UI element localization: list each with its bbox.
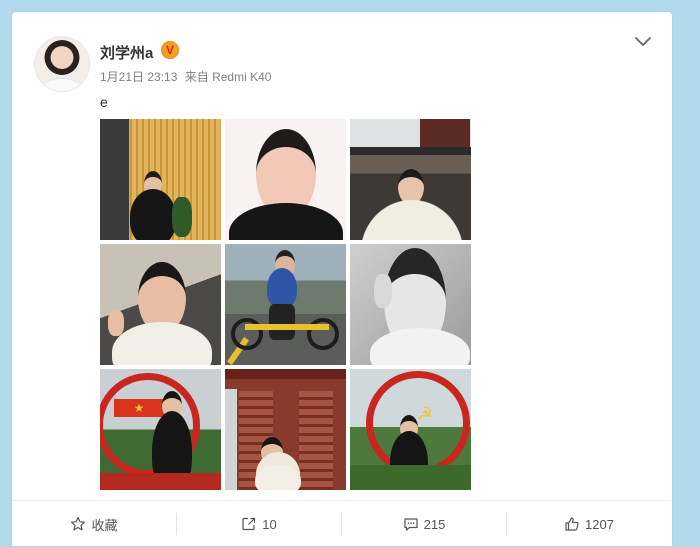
share-icon — [242, 517, 256, 531]
post-device: Redmi K40 — [212, 70, 272, 84]
like-count: 1207 — [585, 516, 614, 532]
photo-6[interactable] — [350, 244, 471, 365]
avatar-shirt — [43, 78, 81, 91]
comment-icon — [404, 518, 418, 531]
post-time[interactable]: 1月21日 23:13 — [100, 70, 177, 84]
chevron-down-icon[interactable] — [631, 30, 655, 54]
photo-grid: ★ ☭ — [100, 119, 472, 493]
photo-3[interactable] — [350, 119, 471, 240]
favorite-label: 收藏 — [91, 517, 118, 533]
verified-badge-letter: V — [165, 43, 174, 57]
photo-4[interactable] — [100, 244, 221, 365]
photo-2[interactable] — [225, 119, 346, 240]
star-icon — [71, 516, 86, 531]
avatar[interactable] — [34, 36, 90, 92]
photo-8[interactable] — [225, 369, 346, 490]
thumbs-up-icon — [565, 517, 579, 531]
photo-9[interactable]: ☭ — [350, 369, 471, 490]
photo-1[interactable] — [100, 119, 221, 240]
photo-7[interactable]: ★ — [100, 369, 221, 490]
post-card: 刘学州a V 1月21日 23:13 来自 Redmi K40 e ★ ☭ 收藏… — [12, 12, 672, 546]
like-button[interactable]: 1207 — [507, 501, 671, 547]
post-text: e — [100, 94, 108, 110]
photo-5[interactable] — [225, 244, 346, 365]
repost-button[interactable]: 10 — [177, 501, 341, 547]
post-meta: 1月21日 23:13 来自 Redmi K40 — [100, 68, 271, 85]
comment-count: 215 — [423, 516, 446, 532]
favorite-button[interactable]: 收藏 — [12, 501, 176, 547]
verified-badge-icon: V — [161, 41, 179, 59]
comment-button[interactable]: 215 — [342, 501, 506, 547]
action-bar: 收藏 10 215 1207 — [12, 500, 672, 547]
repost-count: 10 — [262, 516, 277, 532]
post-source-prefix: 来自 — [184, 70, 209, 84]
username[interactable]: 刘学州a — [100, 42, 153, 63]
